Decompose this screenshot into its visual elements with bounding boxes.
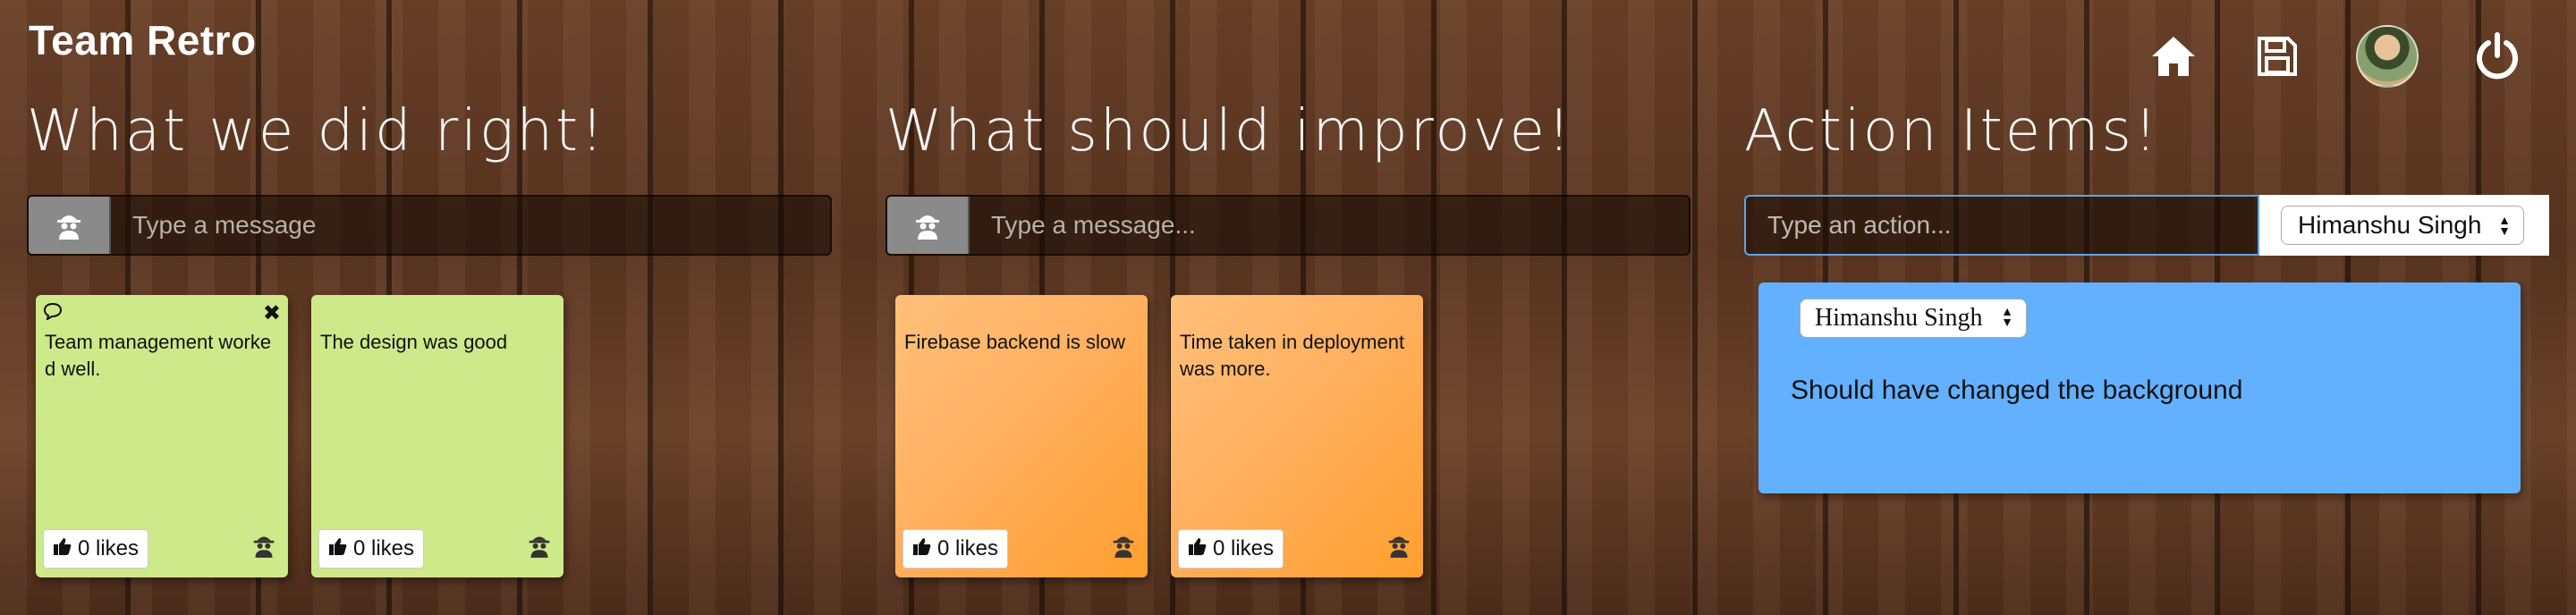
retro-card[interactable]: Firebase backend is slow 0 likes (895, 295, 1148, 577)
column-heading: What should improve! (886, 98, 1573, 164)
action-assignee-value: Himanshu Singh (1815, 304, 1983, 332)
like-button[interactable]: 0 likes (1178, 529, 1284, 569)
assignee-select-wrap: Himanshu Singh ▲ ▼ (2259, 195, 2549, 256)
spy-icon (528, 532, 551, 563)
thumbs-up-icon (53, 536, 72, 562)
card-text: Firebase backend is slow (904, 331, 1126, 353)
action-item-text: Should have changed the background (1791, 375, 2243, 405)
message-input-group (27, 195, 832, 256)
select-arrows-icon: ▲ ▼ (2001, 306, 2013, 330)
assignee-select-value: Himanshu Singh (2298, 211, 2482, 239)
assignee-select[interactable]: Himanshu Singh ▲ ▼ (2281, 206, 2524, 245)
save-icon[interactable] (2252, 31, 2302, 81)
avatar[interactable] (2356, 25, 2419, 88)
like-button[interactable]: 0 likes (318, 529, 425, 569)
spy-icon[interactable] (887, 197, 970, 254)
action-input-group: Himanshu Singh ▲▼ (1744, 195, 2549, 256)
like-button[interactable]: 0 likes (43, 529, 149, 569)
message-input[interactable] (111, 197, 830, 254)
thumbs-up-icon (1188, 536, 1208, 562)
message-input-group (886, 195, 1690, 256)
retro-card[interactable]: Time taken in deployment was more. 0 lik… (1171, 295, 1423, 577)
thumbs-up-icon (328, 536, 348, 562)
like-count: 0 likes (353, 536, 415, 560)
action-item-card[interactable]: Himanshu Singh ▲ ▼ Should have changed th… (1758, 282, 2521, 493)
app-title: Team Retro (29, 17, 257, 63)
thumbs-up-icon (912, 536, 932, 562)
card-text: Time taken in deployment was more. (1180, 331, 1405, 380)
top-toolbar (2148, 25, 2522, 88)
card-text: Team management worked well. (45, 331, 272, 380)
like-count: 0 likes (937, 536, 999, 560)
message-input[interactable] (970, 197, 1689, 254)
spy-icon (252, 532, 275, 563)
column-action-items: Action Items! Himanshu Singh ▲▼ Himanshu… (1744, 98, 2549, 493)
spy-icon (1387, 532, 1411, 563)
spy-icon (1112, 532, 1135, 563)
like-button[interactable]: 0 likes (902, 529, 1009, 569)
select-arrows-icon: ▲ ▼ (2498, 213, 2511, 238)
column-heading: Action Items! (1744, 98, 2160, 164)
action-input[interactable] (1744, 195, 2259, 256)
spy-icon[interactable] (29, 197, 111, 254)
column-heading: What we did right! (27, 98, 606, 164)
column-should-improve: What should improve! (886, 98, 1690, 256)
action-assignee-select[interactable]: Himanshu Singh ▲ ▼ (1800, 299, 2027, 338)
close-icon[interactable]: ✖ (263, 300, 281, 326)
comment-icon[interactable] (43, 302, 63, 324)
retro-card[interactable]: The design was good 0 likes (311, 295, 564, 577)
like-count: 0 likes (1213, 536, 1275, 560)
like-count: 0 likes (78, 536, 140, 560)
home-icon[interactable] (2148, 31, 2199, 81)
card-text: The design was good (320, 331, 508, 353)
column-did-right: What we did right! (27, 98, 832, 256)
retro-card[interactable]: ✖ Team management worked well. 0 likes (36, 295, 288, 577)
power-icon[interactable] (2472, 31, 2522, 81)
